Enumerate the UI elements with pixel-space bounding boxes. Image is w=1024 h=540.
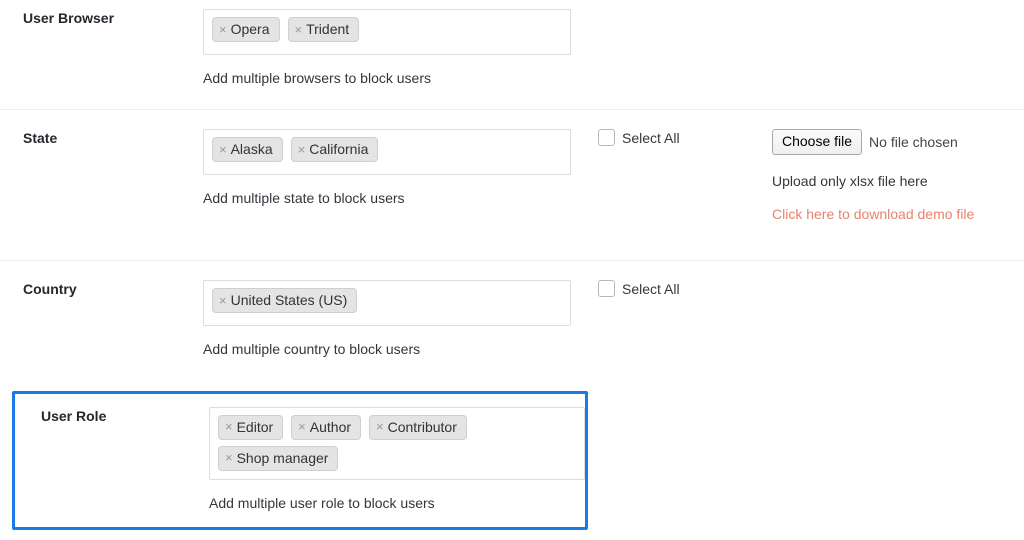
select-all-label: Select All [622,129,680,146]
tag-label: Alaska [230,141,273,157]
tag-item[interactable]: × Contributor [369,414,467,440]
tag-item[interactable]: × California [290,137,379,162]
remove-tag-icon[interactable]: × [295,23,303,36]
tag-label: United States (US) [230,292,348,308]
state-label: State [23,130,58,146]
row-field-cell: × United States (US) Add multiple countr… [203,280,598,360]
tag-item[interactable]: × Trident [287,17,360,42]
row-extra-cell: Select All [598,129,772,149]
select-all-checkbox[interactable] [598,129,615,146]
user-role-multiselect[interactable]: × Editor × Author × Contributor × Shop m… [209,406,585,480]
user-role-description: Add multiple user role to block users [209,494,435,511]
state-file-input[interactable]: Choose file No file chosen [772,129,1024,155]
tag-label: Shop manager [236,449,329,466]
row-field-cell: × Opera × Trident Add multiple browsers … [203,9,598,89]
tag-label: Trident [306,21,350,37]
user-role-label: User Role [41,407,107,424]
remove-tag-icon[interactable]: × [298,143,306,156]
country-select-all[interactable]: Select All [598,280,680,297]
settings-row-user-role[interactable]: User Role × Editor × Author × Contributo… [12,390,588,531]
tag-item[interactable]: × Shop manager [218,445,339,471]
row-label-cell: Country [0,280,203,298]
state-select-all[interactable]: Select All [598,129,680,146]
row-label-cell: User Browser [0,9,203,27]
country-description: Add multiple country to block users [203,341,421,357]
row-extra-cell: Select All [598,280,772,300]
country-multiselect[interactable]: × United States (US) [203,280,571,326]
remove-tag-icon[interactable]: × [225,420,233,433]
tag-item[interactable]: × Opera [212,17,280,42]
user-browser-multiselect[interactable]: × Opera × Trident [203,9,571,55]
select-all-checkbox[interactable] [598,280,615,297]
tag-label: Opera [230,21,270,37]
remove-tag-icon[interactable]: × [225,451,233,464]
upload-note: Upload only xlsx file here [772,173,928,189]
tag-label: Contributor [387,418,457,435]
tag-item[interactable]: × United States (US) [212,288,358,313]
country-label: Country [23,281,77,297]
state-upload-cell: Choose file No file chosen Upload only x… [772,129,1024,222]
remove-tag-icon[interactable]: × [376,420,384,433]
file-status-text: No file chosen [869,134,958,150]
row-label-cell: State [0,129,203,147]
settings-row-country: Country × United States (US) Add multipl… [0,260,1024,391]
settings-row-state: State × Alaska × California Add multiple… [0,109,1024,260]
row-field-cell: × Editor × Author × Contributor × Shop m… [209,406,585,514]
tag-label: California [309,141,369,157]
state-description: Add multiple state to block users [203,190,405,206]
remove-tag-icon[interactable]: × [219,294,227,307]
tag-item[interactable]: × Author [291,414,362,440]
tag-label: Author [309,418,352,435]
remove-tag-icon[interactable]: × [298,420,306,433]
row-label-cell: User Role [15,407,209,425]
block-users-settings-table: User Browser × Opera × Trident Add multi… [0,0,1024,531]
tag-item[interactable]: × Editor [218,414,284,440]
tag-label: Editor [236,418,274,435]
user-browser-description: Add multiple browsers to block users [203,70,431,86]
remove-tag-icon[interactable]: × [219,143,227,156]
row-field-cell: × Alaska × California Add multiple state… [203,129,598,209]
select-all-label: Select All [622,280,680,297]
download-demo-file-link[interactable]: Click here to download demo file [772,206,974,222]
choose-file-button[interactable]: Choose file [772,129,863,155]
remove-tag-icon[interactable]: × [219,23,227,36]
user-browser-label: User Browser [23,10,115,26]
settings-row-user-browser: User Browser × Opera × Trident Add multi… [0,0,1024,109]
state-multiselect[interactable]: × Alaska × California [203,129,571,175]
tag-item[interactable]: × Alaska [212,137,283,162]
